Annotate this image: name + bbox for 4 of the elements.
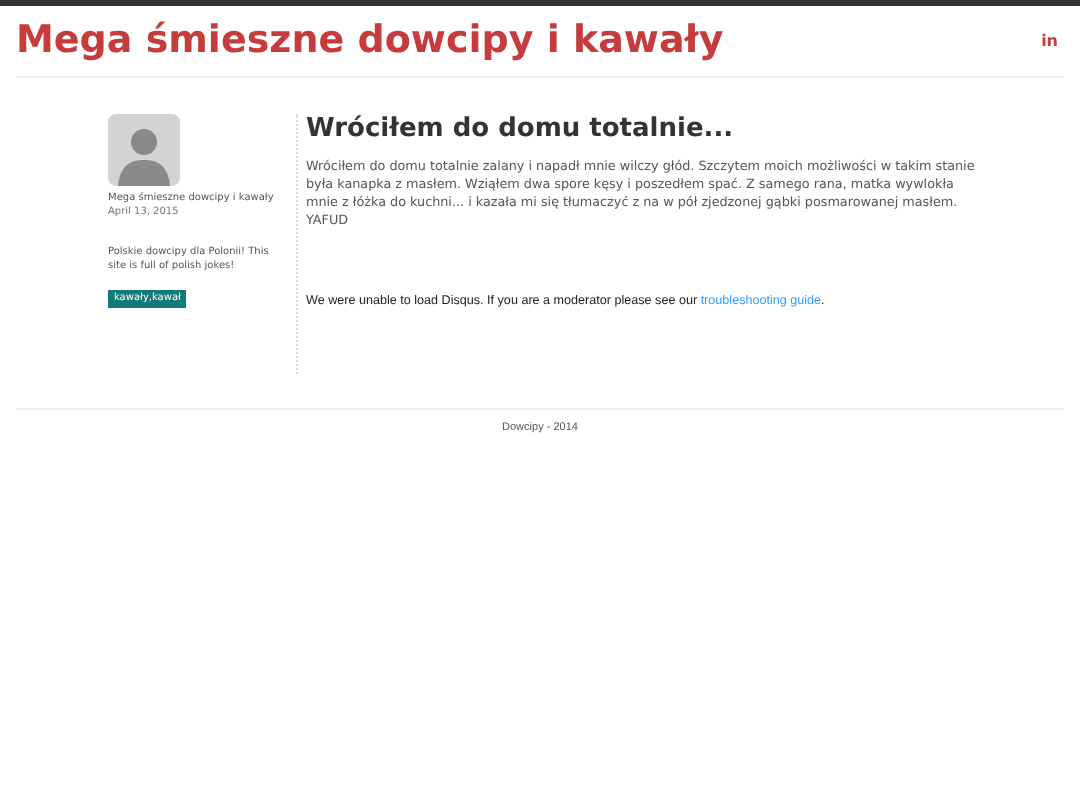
post-title: Wróciłem do domu totalnie... [306,114,736,146]
avatar-icon [108,114,180,186]
social-link[interactable]: in [1041,29,1058,53]
site-title[interactable]: Mega śmieszne dowcipy i kawały [16,22,724,60]
